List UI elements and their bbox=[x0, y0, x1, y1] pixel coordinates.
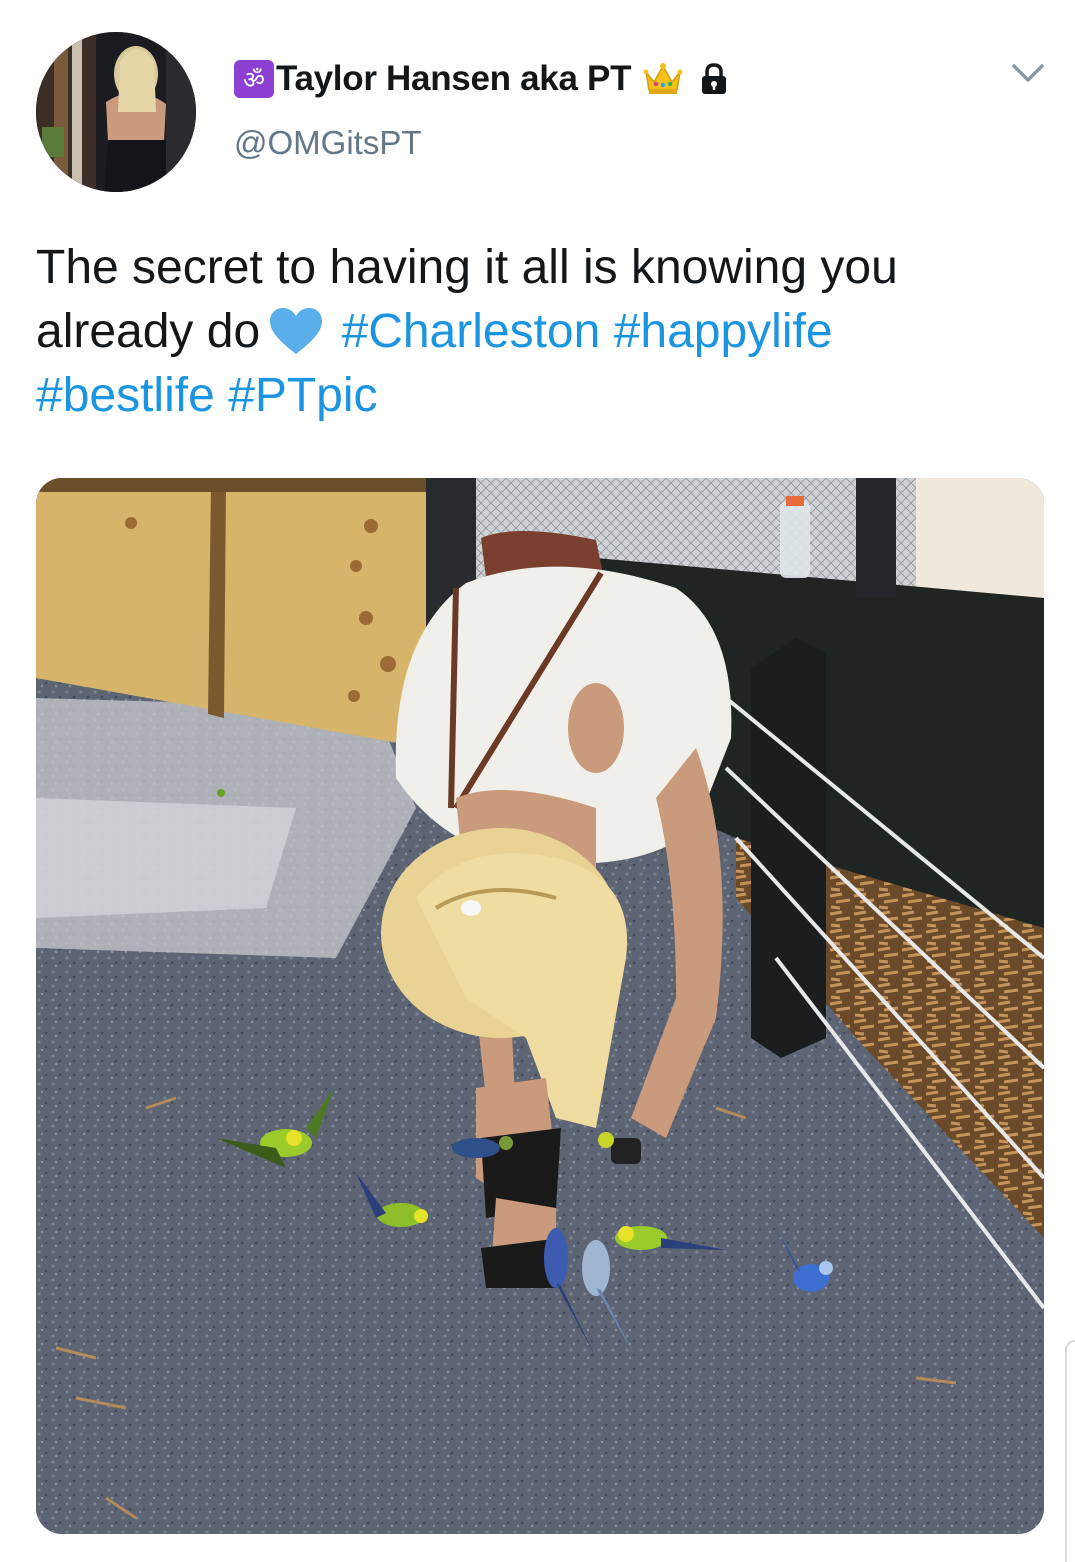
tweet-media-photo[interactable] bbox=[36, 478, 1044, 1534]
scroll-edge bbox=[1065, 1340, 1075, 1562]
tweet-text-fragment: already do bbox=[36, 305, 261, 358]
hashtag-ptpic[interactable]: #PTpic bbox=[228, 369, 377, 422]
om-badge-icon: ॐ bbox=[234, 60, 274, 98]
tweet-text-line-3: #bestlife #PTpic bbox=[36, 364, 1036, 428]
display-name[interactable]: Taylor Hansen aka PT bbox=[276, 59, 631, 99]
chevron-down-icon[interactable] bbox=[1010, 60, 1046, 88]
name-row: ॐ Taylor Hansen aka PT bbox=[234, 58, 1035, 100]
lock-icon bbox=[699, 62, 729, 96]
blue-heart-icon bbox=[268, 307, 324, 357]
tweet: ॐ Taylor Hansen aka PT @OMGitsPT The sec… bbox=[0, 0, 1075, 1562]
hashtag-charleston[interactable]: #Charleston bbox=[342, 305, 601, 358]
hashtag-happylife[interactable]: #happylife bbox=[614, 305, 833, 358]
crown-icon bbox=[643, 62, 683, 96]
tweet-text-line-2: already do #Charleston #happylife bbox=[36, 300, 1036, 364]
avatar[interactable] bbox=[36, 32, 196, 192]
tweet-header: ॐ Taylor Hansen aka PT @OMGitsPT bbox=[234, 58, 1035, 162]
hashtag-bestlife[interactable]: #bestlife bbox=[36, 369, 215, 422]
tweet-text: The secret to having it all is knowing y… bbox=[36, 236, 1036, 428]
user-handle[interactable]: @OMGitsPT bbox=[234, 124, 1035, 162]
tweet-text-line-1: The secret to having it all is knowing y… bbox=[36, 241, 898, 294]
